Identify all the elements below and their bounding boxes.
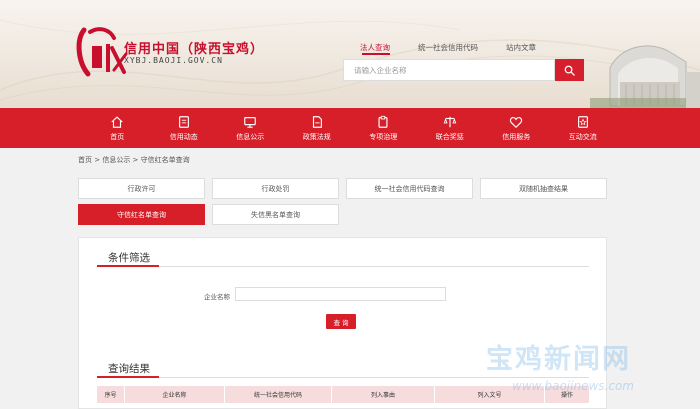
search-icon xyxy=(564,65,575,76)
results-divider xyxy=(97,377,589,378)
tab-random-inspection[interactable]: 双随机抽查结果 xyxy=(480,178,607,199)
search-tabs: 法人查询 统一社会信用代码 站内文章 xyxy=(360,42,536,53)
nav-label: 专项治理 xyxy=(369,132,398,141)
search-input[interactable]: 请输入企业名称 xyxy=(343,59,555,81)
nav-label: 政策法规 xyxy=(302,132,331,141)
main-nav: 首页 信用动态 信息公示 政策法规 专项治理 联合奖惩 信用服务 互动交流 xyxy=(0,108,700,148)
tab-credit-code-query[interactable]: 统一社会信用代码查询 xyxy=(346,178,473,199)
clipboard-icon xyxy=(378,115,388,128)
column-header: 列入事由 xyxy=(332,386,435,403)
home-icon xyxy=(111,115,123,128)
edit-star-icon xyxy=(577,115,588,128)
file-edit-icon xyxy=(312,115,322,128)
nav-label: 信用服务 xyxy=(502,132,531,141)
watermark-text: 宝鸡新闻网 xyxy=(486,344,631,375)
site-domain: XYBJ.BAOJI.GOV.CN xyxy=(124,56,223,65)
heart-icon xyxy=(510,116,523,128)
city-building-image xyxy=(590,45,700,108)
watermark-url: www.baojinews.com xyxy=(512,379,634,393)
company-name-input[interactable] xyxy=(235,287,446,301)
search-button[interactable] xyxy=(555,59,584,81)
search-tab-credit-code[interactable]: 统一社会信用代码 xyxy=(418,42,478,53)
scale-icon xyxy=(443,116,457,127)
site-title: 信用中国（陕西宝鸡） xyxy=(124,42,265,57)
tab-administrative-license[interactable]: 行政许可 xyxy=(78,178,205,199)
nav-item-home[interactable]: 首页 xyxy=(84,108,151,148)
conditions-title: 条件筛选 xyxy=(108,252,150,264)
document-list-icon xyxy=(178,115,189,128)
tab-blacklist-query[interactable]: 失信黑名单查询 xyxy=(212,204,339,225)
results-title: 查询结果 xyxy=(108,363,150,375)
nav-item-joint-rewards[interactable]: 联合奖惩 xyxy=(417,108,484,148)
nav-label: 联合奖惩 xyxy=(435,132,464,141)
nav-label: 信息公示 xyxy=(236,132,265,141)
monitor-icon xyxy=(244,116,257,128)
column-header: 序号 xyxy=(97,386,125,403)
nav-item-policies[interactable]: 政策法规 xyxy=(284,108,351,148)
conditions-accent xyxy=(97,265,159,267)
tab-redlist-query[interactable]: 守信红名单查询 xyxy=(78,204,205,225)
nav-item-credit-news[interactable]: 信用动态 xyxy=(151,108,218,148)
results-accent xyxy=(97,376,159,378)
site-header: 信用中国（陕西宝鸡） XYBJ.BAOJI.GOV.CN 法人查询 统一社会信用… xyxy=(0,0,700,108)
nav-item-special-governance[interactable]: 专项治理 xyxy=(350,108,417,148)
query-button[interactable]: 查 询 xyxy=(326,314,356,329)
tab-administrative-penalty[interactable]: 行政处罚 xyxy=(212,178,339,199)
column-header: 统一社会信用代码 xyxy=(225,386,332,403)
company-name-label: 企业名称 xyxy=(204,293,230,301)
search-tab-legal-person[interactable]: 法人查询 xyxy=(360,42,390,53)
logo-icon xyxy=(76,27,128,77)
active-tab-indicator xyxy=(362,53,390,55)
nav-label: 互动交流 xyxy=(568,132,597,141)
nav-label: 信用动态 xyxy=(169,132,198,141)
breadcrumb[interactable]: 首页 > 信息公示 > 守信红名单查询 xyxy=(78,155,190,165)
nav-item-credit-service[interactable]: 信用服务 xyxy=(483,108,550,148)
search-tab-articles[interactable]: 站内文章 xyxy=(506,42,536,53)
nav-item-info-disclosure[interactable]: 信息公示 xyxy=(217,108,284,148)
column-header: 企业名称 xyxy=(125,386,225,403)
conditions-divider xyxy=(97,266,589,267)
nav-item-interaction[interactable]: 互动交流 xyxy=(550,108,617,148)
nav-label: 首页 xyxy=(110,132,125,141)
